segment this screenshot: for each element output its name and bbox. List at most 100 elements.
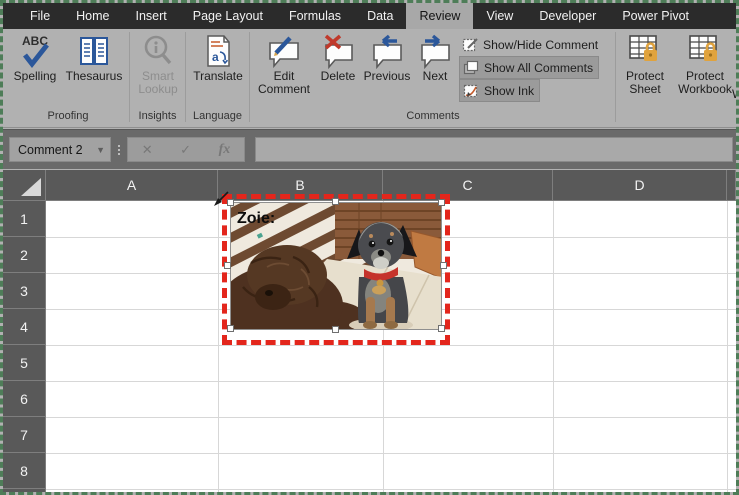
group-label-language: Language: [187, 110, 248, 125]
spelling-button[interactable]: ABC Spelling: [9, 32, 61, 83]
enter-button[interactable]: ✓: [180, 142, 191, 158]
group-separator: [249, 32, 250, 122]
thesaurus-book-icon: [78, 32, 110, 70]
gridline: [46, 345, 736, 346]
translate-button[interactable]: a Translate: [189, 32, 247, 83]
tab-developer[interactable]: Developer: [526, 3, 609, 29]
show-hide-comment-icon: [462, 36, 479, 53]
row-header-6[interactable]: 6: [3, 381, 46, 417]
resize-handle-top-right[interactable]: [438, 199, 445, 206]
comment-edit-border[interactable]: [222, 194, 450, 345]
row-header-3[interactable]: 3: [3, 273, 46, 309]
next-comment-icon: [417, 32, 453, 70]
resize-handle-bottom-right[interactable]: [438, 325, 445, 332]
gridline: [727, 201, 728, 492]
formula-bar-grip[interactable]: [111, 145, 127, 155]
protect-sheet-button[interactable]: Protect Sheet: [619, 32, 671, 97]
row-header-4[interactable]: 4: [3, 309, 46, 345]
clipped-button-text: W: [732, 87, 739, 101]
row-header-7[interactable]: 7: [3, 417, 46, 453]
tab-power-pivot[interactable]: Power Pivot: [609, 3, 702, 29]
resize-handle-bottom-left[interactable]: [227, 325, 234, 332]
formula-bar-buttons: ✕ ✓ fx: [127, 137, 245, 162]
formula-bar: Comment 2 ▼ ✕ ✓ fx: [3, 129, 736, 169]
gridline: [218, 201, 219, 492]
smart-lookup-button[interactable]: Smart Lookup: [133, 32, 183, 97]
spelling-label: Spelling: [14, 70, 57, 83]
name-box-value: Comment 2: [18, 143, 96, 157]
group-separator: [615, 32, 616, 122]
cancel-button[interactable]: ✕: [142, 142, 153, 158]
name-box[interactable]: Comment 2 ▼: [9, 137, 111, 162]
resize-handle-bottom-middle[interactable]: [332, 326, 339, 333]
column-header-partial[interactable]: [727, 170, 736, 201]
ribbon-tab-bar: File Home Insert Page Layout Formulas Da…: [3, 3, 736, 29]
gridline: [46, 381, 736, 382]
show-ink-toggle[interactable]: Show Ink: [459, 79, 540, 102]
group-label-proofing: Proofing: [8, 110, 128, 125]
tab-view[interactable]: View: [473, 3, 526, 29]
tab-formulas[interactable]: Formulas: [276, 3, 354, 29]
delete-comment-label: Delete: [321, 70, 356, 83]
show-ink-icon: [463, 82, 480, 99]
previous-comment-button[interactable]: Previous: [359, 32, 415, 83]
delete-comment-button[interactable]: Delete: [315, 32, 361, 83]
spelling-check-icon: ABC: [18, 32, 52, 70]
row-header-2[interactable]: 2: [3, 237, 46, 273]
tab-file[interactable]: File: [17, 3, 63, 29]
svg-text:a: a: [212, 50, 219, 64]
tab-data[interactable]: Data: [354, 3, 406, 29]
gridline: [46, 453, 736, 454]
show-hide-comment-label: Show/Hide Comment: [483, 38, 598, 52]
group-separator: [129, 32, 130, 122]
column-header-a[interactable]: A: [46, 170, 218, 201]
row-header-5[interactable]: 5: [3, 345, 46, 381]
comment-box[interactable]: Zoie:: [222, 194, 450, 345]
show-all-comments-toggle[interactable]: Show All Comments: [459, 56, 599, 79]
resize-handle-top-left[interactable]: [227, 199, 234, 206]
edit-comment-icon: [266, 32, 302, 70]
edit-comment-button[interactable]: Edit Comment: [255, 32, 313, 97]
next-comment-label: Next: [423, 70, 448, 83]
tab-review[interactable]: Review: [406, 3, 473, 29]
excel-window: File Home Insert Page Layout Formulas Da…: [0, 0, 739, 495]
thesaurus-button[interactable]: Thesaurus: [61, 32, 127, 83]
show-all-comments-label: Show All Comments: [484, 61, 593, 75]
select-all-triangle-icon: [21, 178, 41, 196]
next-comment-button[interactable]: Next: [415, 32, 455, 83]
smart-lookup-icon: [142, 32, 174, 70]
protect-workbook-icon: [687, 32, 723, 70]
show-hide-comment-toggle[interactable]: Show/Hide Comment: [459, 33, 603, 56]
row-header-8[interactable]: 8: [3, 453, 46, 489]
protect-sheet-label: Protect Sheet: [619, 70, 671, 97]
gridline: [46, 417, 736, 418]
formula-input[interactable]: [255, 137, 733, 162]
show-ink-label: Show Ink: [484, 84, 534, 98]
translate-icon: a: [203, 32, 233, 70]
resize-handle-middle-right[interactable]: [440, 262, 447, 269]
previous-comment-label: Previous: [364, 70, 411, 83]
protect-workbook-label: Protect Workbook: [673, 70, 737, 97]
translate-label: Translate: [193, 70, 243, 83]
resize-handle-middle-left[interactable]: [224, 262, 231, 269]
row-header-partial[interactable]: [3, 489, 46, 495]
name-box-dropdown-icon[interactable]: ▼: [96, 145, 105, 155]
smart-lookup-label: Smart Lookup: [133, 70, 183, 97]
thesaurus-label: Thesaurus: [66, 70, 123, 83]
row-header-1[interactable]: 1: [3, 201, 46, 237]
worksheet: A B C D 1 2 3 4 5 6 7 8: [3, 170, 736, 492]
tab-insert[interactable]: Insert: [123, 3, 180, 29]
edit-comment-label: Edit Comment: [255, 70, 313, 97]
gridline: [46, 489, 736, 490]
resize-handle-top-middle[interactable]: [332, 198, 339, 205]
gridline: [553, 201, 554, 492]
insert-function-button[interactable]: fx: [219, 142, 231, 158]
tab-page-layout[interactable]: Page Layout: [180, 3, 276, 29]
protect-workbook-button[interactable]: Protect Workbook: [673, 32, 737, 97]
select-all-button[interactable]: [3, 170, 46, 201]
group-label-comments: Comments: [253, 110, 613, 125]
column-header-d[interactable]: D: [553, 170, 727, 201]
tab-home[interactable]: Home: [63, 3, 122, 29]
ribbon: ABC Spelling Thesaurus: [3, 29, 736, 128]
previous-comment-icon: [369, 32, 405, 70]
